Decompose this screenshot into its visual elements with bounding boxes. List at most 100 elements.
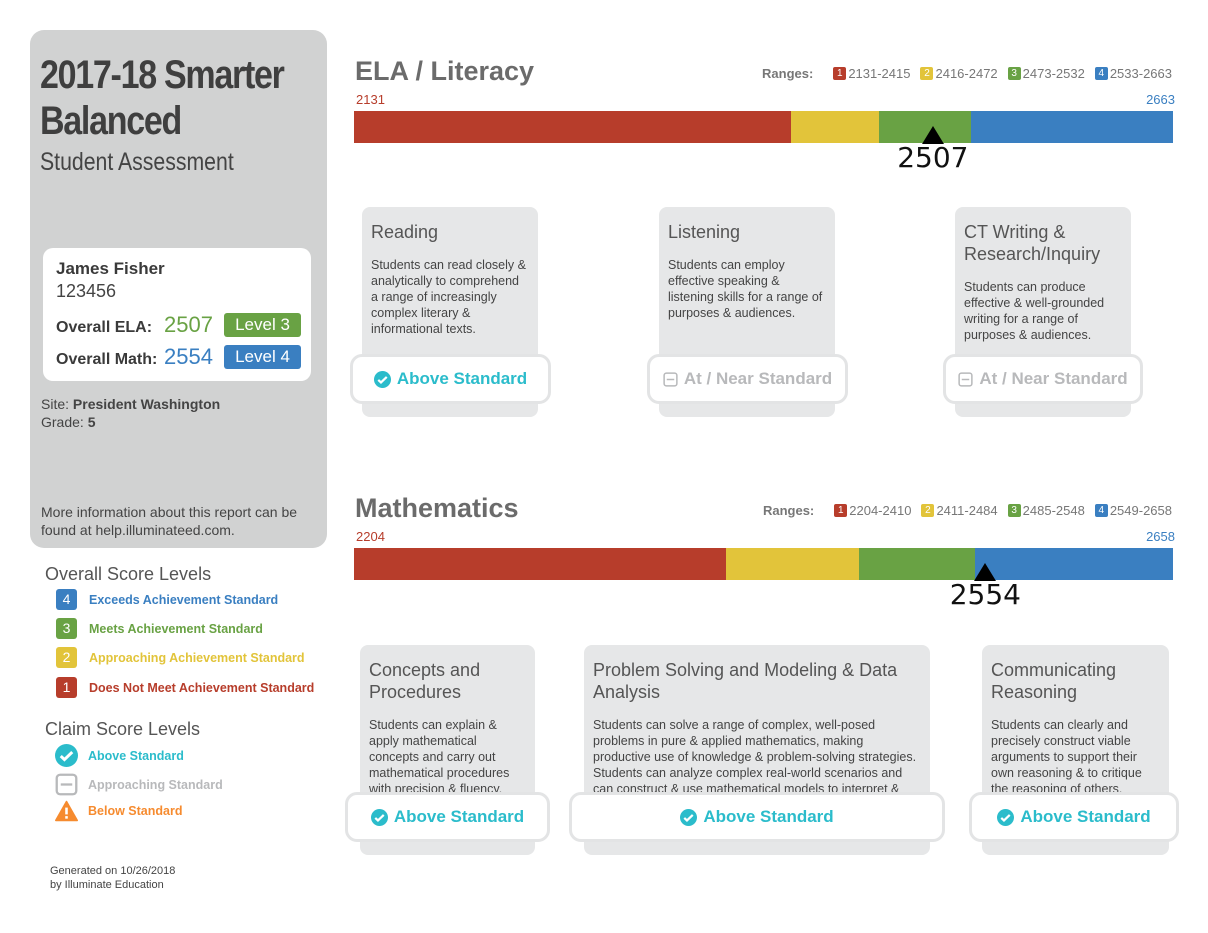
level-number-chip: 1 [56,677,77,698]
ela-score-bar [354,111,1173,143]
claim-levels-title: Claim Score Levels [45,719,201,739]
math-section-title: Mathematics [355,493,519,523]
minus-square-icon [55,773,78,796]
range-chip: 1 [833,67,847,80]
range-text: 2416-2472 [935,66,998,81]
overall-levels-title: Overall Score Levels [45,564,212,584]
claim-level-item: Approaching Standard [55,773,223,796]
level-label: Approaching Achievement Standard [89,650,305,665]
claim-status-badge: At / Near Standard [647,354,848,404]
generated-by: by Illuminate Education [50,879,164,891]
minus-square-icon [663,371,678,387]
claim-title: Concepts and Procedures [369,660,481,702]
range-chip: 4 [1094,67,1108,80]
claim-status-badge: Above Standard [969,792,1179,842]
title-line: Balanced [40,99,182,143]
summary-panel: 2017-18 Smarter Balanced Student Assessme… [30,30,327,548]
math-level-badge: Level 4 [224,345,301,369]
marker-score: 2554 [949,578,1021,611]
ela-min-score: 2131 [356,92,385,107]
ela-label: Overall ELA: [56,319,153,336]
range-text: 2533-2663 [1109,66,1172,81]
claim-level-label: Approaching Standard [88,777,223,792]
range-text: 2411-2484 [936,503,998,518]
grade-value: 5 [87,414,96,430]
overall-level-3: 3 Meets Achievement Standard [56,618,263,639]
math-score-bar [354,548,1173,580]
overall-level-4: 4 Exceeds Achievement Standard [56,589,278,610]
claim-title: Problem Solving and Modeling & Data Anal… [593,660,898,702]
range-chip: 2 [921,504,935,517]
claim-description: Students can clearly and precisely const… [991,718,1142,796]
claim-status: Above Standard [1020,807,1151,826]
range-chip: 4 [1094,504,1108,517]
level-number-chip: 3 [56,618,77,639]
level-label: Does Not Meet Achievement Standard [89,680,315,695]
claim-status: At / Near Standard [979,369,1128,388]
claim-status: Above Standard [393,807,525,826]
generated-note: Generated on 10/26/2018 by Illuminate Edu… [50,864,175,892]
ela-score: 2507 [164,312,213,337]
warning-triangle-icon [55,799,78,823]
student-id: 123456 [56,281,117,301]
bar-segment-level-1 [354,548,726,580]
ela-section-title: ELA / Literacy [355,56,535,86]
level-label: Meets Achievement Standard [89,621,263,636]
claim-status-badge: Above Standard [569,792,945,842]
claim-title: Communicating Reasoning [991,660,1117,702]
range-text: 2204-2410 [849,503,912,518]
claim-title: CT Writing & Research/Inquiry [964,222,1101,264]
ranges-label: Ranges: [762,503,815,518]
math-label: Overall Math: [56,351,158,368]
claim-level-item: Below Standard [55,799,182,823]
math-max-score: 2658 [1146,529,1175,544]
claim-status-badge: At / Near Standard [943,354,1143,404]
range-text: 2131-2415 [848,66,911,81]
bar-segment-level-2 [725,548,860,580]
site-grade: Site: President Washington Grade: 5 [41,395,220,431]
student-name: James Fisher [56,259,165,278]
help-info: More information about this report can b… [41,504,298,538]
claim-title: Reading [371,222,439,242]
check-circle-icon [680,808,698,826]
claim-level-item: Above Standard [55,744,184,767]
ela-level-badge: Level 3 [224,313,301,337]
overall-level-2: 2 Approaching Achievement Standard [56,647,305,668]
title-line: 2017-18 Smarter [40,53,285,97]
range-text: 2549-2658 [1109,503,1172,518]
claim-status: Above Standard [396,369,528,388]
level-number-chip: 2 [56,647,77,668]
check-circle-icon [373,370,391,388]
claim-status-badge: Above Standard [345,792,550,842]
math-ranges: Ranges: 1 2204-2410 2 2411-2484 3 2485-2548 4 25… [763,503,1172,518]
claim-level-label: Below Standard [88,804,183,818]
grade-label: Grade: [41,414,84,430]
claim-level-label: Above Standard [88,748,184,763]
range-chip: 3 [1007,67,1021,80]
bar-segment-level-1 [354,111,792,143]
ela-score-marker: 2507 [888,126,978,172]
minus-square-icon [958,371,973,387]
overall-level-1: 1 Does Not Meet Achievement Standard [56,677,314,698]
range-chip: 1 [834,504,848,517]
generated-date: Generated on 10/26/2018 [50,865,176,877]
level-number-chip: 4 [56,589,77,610]
range-chip: 3 [1007,504,1021,517]
claim-status: Above Standard [703,807,834,826]
claim-status: At / Near Standard [683,369,833,388]
range-chip: 2 [920,67,934,80]
claim-description: Students can read closely & analytically… [371,258,526,336]
math-min-score: 2204 [356,529,385,544]
claim-description: Students can produce effective & well-gr… [964,280,1105,342]
range-text: 2473-2532 [1022,66,1085,81]
check-circle-icon [370,808,388,826]
claim-title: Listening [668,222,741,242]
ela-max-score: 2663 [1146,92,1175,107]
marker-score: 2507 [897,141,969,174]
check-circle-icon [997,808,1015,826]
range-text: 2485-2548 [1022,503,1085,518]
math-score: 2554 [164,344,213,369]
site-label: Site: [41,396,70,412]
claim-description: Students can employ effective speaking &… [668,258,823,320]
report-subtitle: Student Assessment [40,148,234,176]
